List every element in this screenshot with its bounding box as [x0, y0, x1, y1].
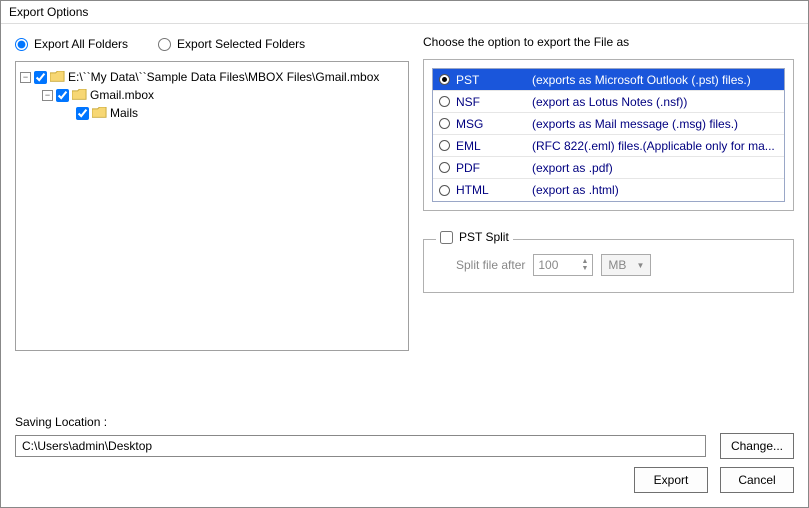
tree-leaf-label: Mails	[110, 106, 138, 120]
tree-leaf-node[interactable]: Mails	[20, 104, 404, 122]
format-desc: (exports as Mail message (.msg) files.)	[532, 117, 778, 131]
format-option-nsf[interactable]: NSF (export as Lotus Notes (.nsf))	[433, 91, 784, 113]
collapse-icon[interactable]: −	[42, 90, 53, 101]
saving-location-input[interactable]	[15, 435, 706, 457]
pst-split-group: PST Split Split file after 100 ▲ ▼ MB	[423, 239, 794, 293]
tree-leaf-checkbox[interactable]	[76, 107, 89, 120]
tree-root-label: E:\``My Data\``Sample Data Files\MBOX Fi…	[68, 70, 379, 84]
export-selected-option[interactable]: Export Selected Folders	[158, 37, 305, 51]
format-box: PST (exports as Microsoft Outlook (.pst) …	[423, 59, 794, 211]
tree-root-checkbox[interactable]	[34, 71, 47, 84]
format-name: PDF	[456, 161, 526, 175]
format-option-pst[interactable]: PST (exports as Microsoft Outlook (.pst) …	[433, 69, 784, 91]
collapse-icon[interactable]: −	[20, 72, 31, 83]
split-after-label: Split file after	[456, 258, 525, 272]
format-option-html[interactable]: HTML (export as .html)	[433, 179, 784, 201]
export-selected-label: Export Selected Folders	[177, 37, 305, 51]
folder-icon	[50, 71, 65, 83]
format-radio[interactable]	[439, 185, 450, 196]
export-all-label: Export All Folders	[34, 37, 128, 51]
saving-location-label: Saving Location :	[15, 415, 794, 429]
split-unit-value: MB	[608, 258, 626, 272]
folder-tree[interactable]: − E:\``My Data\``Sample Data Files\MBOX …	[15, 61, 409, 351]
tree-child-checkbox[interactable]	[56, 89, 69, 102]
format-name: EML	[456, 139, 526, 153]
chevron-up-icon[interactable]: ▲	[581, 258, 588, 265]
cancel-button[interactable]: Cancel	[720, 467, 794, 493]
choose-format-label: Choose the option to export the File as	[423, 35, 794, 49]
format-radio[interactable]	[439, 118, 450, 129]
format-desc: (export as .pdf)	[532, 161, 778, 175]
chevron-down-icon[interactable]: ▼	[581, 265, 588, 272]
tree-child-label: Gmail.mbox	[90, 88, 154, 102]
format-radio[interactable]	[439, 96, 450, 107]
window-title: Export Options	[1, 1, 808, 24]
format-radio[interactable]	[439, 140, 450, 151]
format-desc: (exports as Microsoft Outlook (.pst) fil…	[532, 73, 778, 87]
change-button[interactable]: Change...	[720, 433, 794, 459]
export-selected-radio[interactable]	[158, 38, 171, 51]
format-radio[interactable]	[439, 162, 450, 173]
format-name: NSF	[456, 95, 526, 109]
dialog-buttons: Export Cancel	[634, 467, 794, 493]
format-option-msg[interactable]: MSG (exports as Mail message (.msg) files…	[433, 113, 784, 135]
chevron-down-icon[interactable]: ▼	[636, 261, 644, 270]
format-option-eml[interactable]: EML (RFC 822(.eml) files.(Applicable only…	[433, 135, 784, 157]
format-desc: (export as .html)	[532, 183, 778, 197]
saving-location-section: Saving Location : Change...	[15, 415, 794, 459]
folder-icon	[92, 107, 107, 119]
format-desc: (export as Lotus Notes (.nsf))	[532, 95, 778, 109]
pst-split-checkbox[interactable]	[440, 231, 453, 244]
export-button[interactable]: Export	[634, 467, 708, 493]
folder-icon	[72, 89, 87, 101]
format-name: PST	[456, 73, 526, 87]
format-desc: (RFC 822(.eml) files.(Applicable only fo…	[532, 139, 778, 153]
format-list[interactable]: PST (exports as Microsoft Outlook (.pst) …	[432, 68, 785, 202]
export-all-radio[interactable]	[15, 38, 28, 51]
content-area: Export All Folders Export Selected Folde…	[1, 27, 808, 507]
format-radio[interactable]	[439, 74, 450, 85]
export-all-option[interactable]: Export All Folders	[15, 37, 128, 51]
pst-split-label: PST Split	[459, 230, 509, 244]
format-name: HTML	[456, 183, 526, 197]
tree-child-node[interactable]: − Gmail.mbox	[20, 86, 404, 104]
spinner-buttons[interactable]: ▲ ▼	[581, 258, 588, 272]
tree-root-node[interactable]: − E:\``My Data\``Sample Data Files\MBOX …	[20, 68, 404, 86]
format-name: MSG	[456, 117, 526, 131]
split-size-value: 100	[538, 258, 558, 272]
split-unit-select[interactable]: MB ▼	[601, 254, 651, 276]
format-option-pdf[interactable]: PDF (export as .pdf)	[433, 157, 784, 179]
split-size-input[interactable]: 100 ▲ ▼	[533, 254, 593, 276]
export-options-window: Export Options Export All Folders Export…	[0, 0, 809, 508]
